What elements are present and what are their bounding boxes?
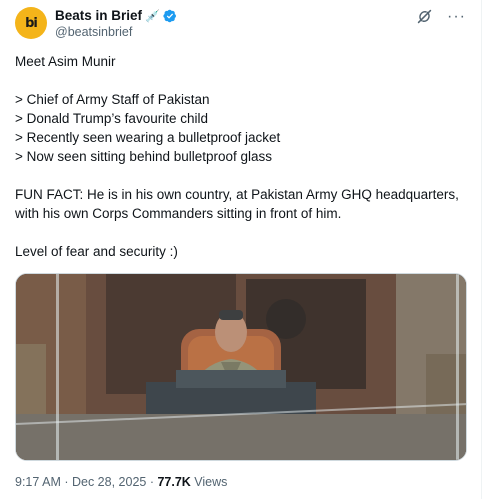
tweet-text: Meet Asim Munir > Chief of Army Staff of… <box>15 52 470 261</box>
tweet-bullet: > Donald Trump’s favourite child <box>15 111 208 126</box>
author-name-row: Beats in Brief 💉 <box>55 8 177 23</box>
tweet-line-intro: Meet Asim Munir <box>15 54 116 69</box>
grok-icon[interactable] <box>416 8 433 25</box>
meta-separator: · <box>146 475 158 489</box>
tweet-closing: Level of fear and security :) <box>15 244 178 259</box>
tweet-bullet: > Recently seen wearing a bulletproof ja… <box>15 130 281 145</box>
views-count: 77.7K <box>157 475 191 489</box>
author-handle[interactable]: @beatsinbrief <box>55 25 132 39</box>
tweet-top-actions: ··· <box>416 8 466 25</box>
tweet-fun-fact: with his own Corps Commanders sitting in… <box>15 206 342 221</box>
syringe-icon: 💉 <box>145 8 160 23</box>
tweet-fun-fact: FUN FACT: He is in his own country, at P… <box>15 187 459 202</box>
tweet-date[interactable]: Dec 28, 2025 <box>72 475 146 489</box>
media-photo <box>16 274 466 460</box>
tweet-bullet: > Chief of Army Staff of Pakistan <box>15 92 210 107</box>
more-icon[interactable]: ··· <box>447 8 466 24</box>
avatar-logo-text: bi <box>25 15 38 31</box>
tweet-meta: 9:17 AM · Dec 28, 2025 · 77.7K Views <box>15 475 227 489</box>
avatar[interactable]: bi <box>15 7 47 39</box>
display-name[interactable]: Beats in Brief <box>55 8 142 23</box>
tweet-card: bi Beats in Brief 💉 @beatsinbrief ··· Me… <box>0 0 482 499</box>
tweet-bullet: > Now seen sitting behind bulletproof gl… <box>15 149 273 164</box>
meta-separator: · <box>60 475 72 489</box>
tweet-time[interactable]: 9:17 AM <box>15 475 61 489</box>
tweet-media-image[interactable] <box>15 273 467 461</box>
views-label: Views <box>190 475 228 489</box>
verified-badge-icon <box>163 9 176 22</box>
